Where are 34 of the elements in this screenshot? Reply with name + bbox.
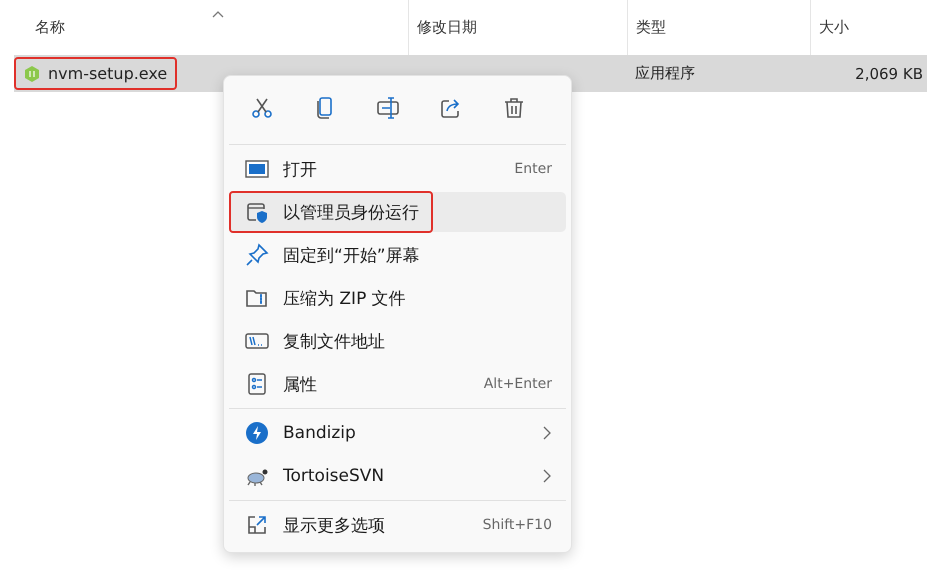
menu-item[interactable]: 固定到“开始”屏幕 [229, 235, 566, 275]
menu-item[interactable]: 以管理员身份运行 [229, 192, 566, 232]
menu-item[interactable]: Bandizip [229, 413, 566, 453]
menu-item-label: TortoiseSVN [283, 466, 384, 486]
menu-item[interactable]: 压缩为 ZIP 文件 [229, 278, 566, 318]
shield-window-icon [245, 200, 269, 224]
file-size: 2,069 KB [854, 64, 924, 82]
file-name: nvm-setup.exe [14, 57, 178, 90]
menu-item[interactable]: 打开 Enter [229, 149, 566, 189]
menu-item-label: 属性 [283, 374, 317, 396]
lightning-circle-icon [245, 421, 269, 445]
cut-icon [250, 96, 274, 120]
file-type: 应用程序 [634, 64, 696, 83]
menu-item[interactable]: 复制文件地址 [229, 321, 566, 361]
menu-item-label: 复制文件地址 [283, 330, 385, 352]
menu-item-label: 显示更多选项 [283, 514, 385, 536]
shortcut-text: Alt+Enter [484, 376, 552, 392]
sort-caret-icon [212, 10, 224, 18]
menu-item-label: Bandizip [283, 423, 356, 443]
external-icon [245, 513, 269, 537]
shortcut-text: Shift+F10 [482, 517, 552, 533]
rename-icon [376, 96, 400, 120]
pin-icon [245, 243, 269, 267]
trash-icon [502, 96, 526, 120]
menu-item-label: 固定到“开始”屏幕 [283, 244, 420, 266]
menu-item[interactable]: TortoiseSVN [229, 456, 566, 496]
menu-item[interactable]: 显示更多选项 Shift+F10 [229, 505, 566, 545]
menu-item-label: 以管理员身份运行 [283, 202, 419, 224]
column-header[interactable]: 名称 [27, 0, 408, 55]
menu-item-label: 压缩为 ZIP 文件 [283, 288, 406, 310]
menu-item[interactable]: 属性 Alt+Enter [229, 364, 566, 404]
shortcut-text: Enter [514, 161, 552, 177]
menu-item-label: 打开 [283, 158, 317, 180]
node-app-icon [24, 64, 40, 82]
